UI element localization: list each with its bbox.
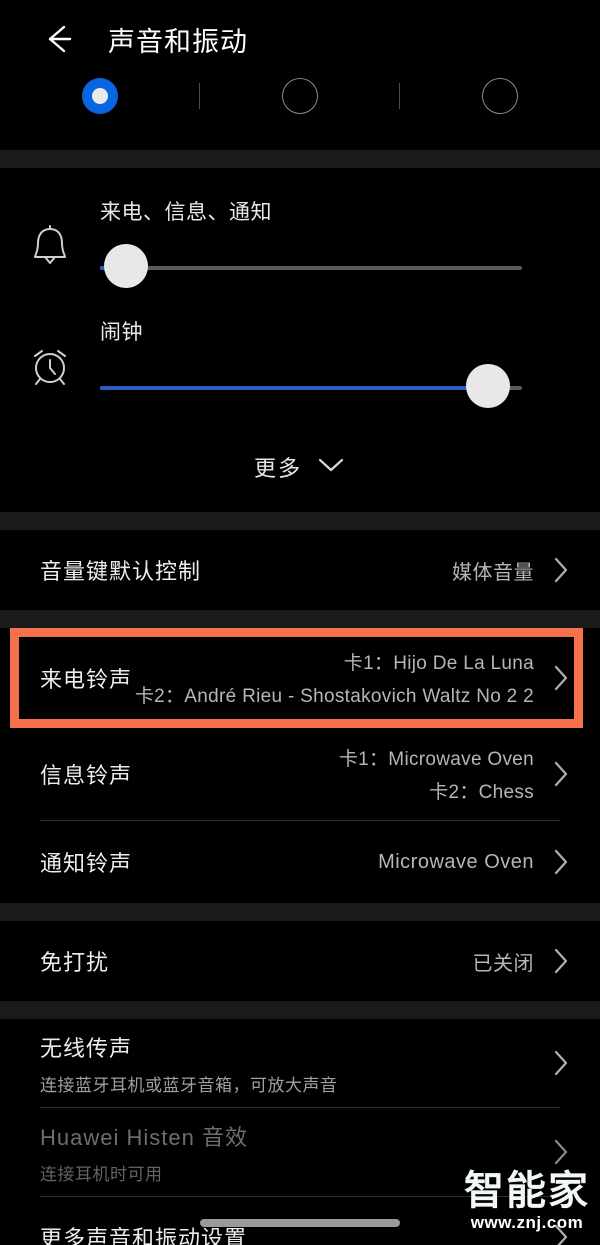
profile-option-1[interactable]: [0, 78, 200, 114]
row-values: 卡1：Hijo De La Luna 卡2：André Rieu - Shost…: [135, 648, 534, 708]
row-message-ringtone[interactable]: 信息铃声 卡1：Microwave Oven 卡2：Chess: [0, 728, 600, 820]
more-label: 更多: [253, 456, 302, 481]
section-gap: [0, 903, 600, 921]
row-value-sim1: 卡1：Hijo De La Luna: [343, 653, 534, 674]
chevron-right-icon: [544, 555, 570, 585]
volume-slider-alarm[interactable]: [100, 364, 552, 412]
row-do-not-disturb[interactable]: 免打扰 已关闭: [0, 921, 600, 1001]
volume-card: 来电、信息、通知 闹钟 更多: [0, 168, 600, 512]
row-incoming-call-ringtone[interactable]: 来电铃声 卡1：Hijo De La Luna 卡2：André Rieu - …: [0, 630, 600, 726]
profile-selector: [0, 78, 600, 150]
radio-selected-icon: [82, 78, 118, 114]
chevron-right-icon: [544, 759, 570, 789]
row-wireless-sound[interactable]: 无线传声 连接蓝牙耳机或蓝牙音箱，可放大声音: [0, 1019, 600, 1107]
sound-and-vibration-screen: 声音和振动 来电、信息、通知 闹钟 更多 音量键默认控制 媒体音量 来电铃声 卡…: [0, 0, 600, 1245]
row-subtitle: 连接蓝牙耳机或蓝牙音箱，可放大声音: [40, 1075, 338, 1095]
slider-fill: [100, 386, 488, 390]
row-value-sim2: 卡2：Chess: [429, 782, 534, 803]
row-value: Microwave Oven: [378, 850, 534, 873]
slider-thumb[interactable]: [466, 364, 510, 408]
row-value: 媒体音量: [452, 561, 534, 584]
row-notification-ringtone[interactable]: 通知铃声 Microwave Oven: [0, 821, 600, 903]
chevron-right-icon: [544, 663, 570, 693]
volume-slider-ring[interactable]: [100, 244, 552, 292]
row-title: 通知铃声: [40, 851, 133, 876]
row-title: 来电铃声: [40, 667, 133, 692]
row-title: 音量键默认控制: [40, 559, 202, 584]
alarm-clock-icon: [0, 310, 100, 392]
section-gap: [0, 150, 600, 168]
row-value-sim1: 卡1：Microwave Oven: [338, 749, 534, 770]
home-indicator[interactable]: [200, 1219, 400, 1227]
section-gap: [0, 512, 600, 530]
section-gap: [0, 610, 600, 628]
chevron-down-icon: [316, 456, 346, 479]
do-not-disturb-card: 免打扰 已关闭: [0, 921, 600, 1001]
volume-label-ring: 来电、信息、通知: [100, 201, 272, 224]
row-title: 免打扰: [40, 950, 110, 975]
volume-item-ring: 来电、信息、通知: [0, 190, 600, 310]
slider-thumb[interactable]: [104, 244, 148, 288]
row-volume-key-default[interactable]: 音量键默认控制 媒体音量: [0, 530, 600, 610]
volume-key-card: 音量键默认控制 媒体音量: [0, 530, 600, 610]
highlighted-region: 来电铃声 卡1：Hijo De La Luna 卡2：André Rieu - …: [0, 628, 600, 728]
page-title: 声音和振动: [108, 26, 248, 57]
watermark-brand: 智能家: [464, 1168, 590, 1214]
volume-label-alarm: 闹钟: [100, 321, 143, 344]
bell-icon: [0, 190, 100, 272]
row-title: 无线传声: [40, 1035, 133, 1061]
row-value-sim2: 卡2：André Rieu - Shostakovich Waltz No 2 …: [134, 686, 534, 707]
radio-unselected-icon: [282, 78, 318, 114]
radio-unselected-icon: [482, 78, 518, 114]
slider-track: [100, 266, 522, 270]
row-values: 卡1：Microwave Oven 卡2：Chess: [339, 744, 534, 804]
more-toggle[interactable]: 更多: [0, 430, 600, 504]
section-gap: [0, 1001, 600, 1019]
back-arrow-icon[interactable]: [36, 16, 82, 62]
volume-item-alarm: 闹钟: [0, 310, 600, 430]
row-title: 信息铃声: [40, 763, 133, 788]
watermark: 智能家 www.znj.com: [464, 1171, 590, 1231]
ringtones-card: 来电铃声 卡1：Hijo De La Luna 卡2：André Rieu - …: [0, 628, 600, 903]
chevron-right-icon: [544, 1048, 570, 1078]
row-title: Huawei Histen 音效: [40, 1124, 248, 1150]
profile-option-3[interactable]: [400, 78, 600, 114]
row-value: 已关闭: [472, 952, 534, 975]
chevron-right-icon: [544, 847, 570, 877]
profile-option-2[interactable]: [200, 78, 400, 114]
chevron-right-icon: [544, 1137, 570, 1167]
watermark-url: www.znj.com: [470, 1213, 584, 1232]
chevron-right-icon: [544, 946, 570, 976]
